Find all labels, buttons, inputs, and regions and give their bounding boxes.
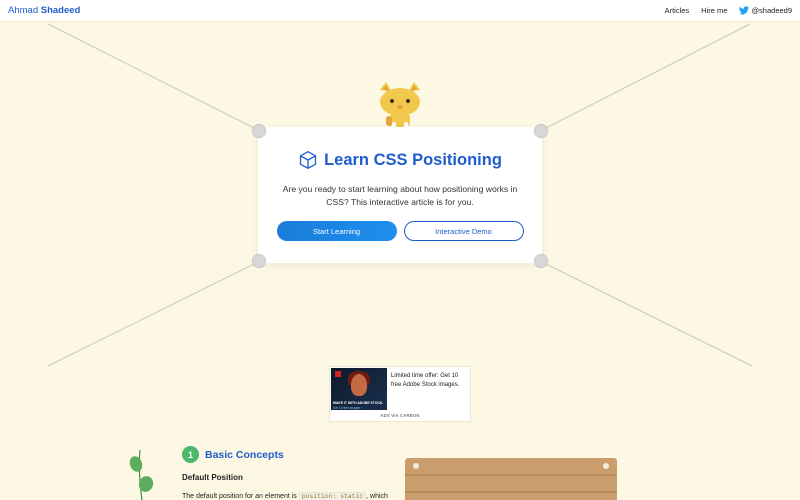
twitter-icon <box>739 6 750 15</box>
section-heading: 1 Basic Concepts <box>182 446 388 463</box>
ad-text[interactable]: Limited time offer: Get 10 free Adobe St… <box>391 372 469 390</box>
top-navigation: Ahmad Shadeed Articles Hire me @shadeed9 <box>0 0 800 22</box>
adobe-logo-icon <box>335 371 341 377</box>
nav-link-articles[interactable]: Articles <box>665 6 690 15</box>
ad-image-subtext: Get 10 free images › <box>333 406 363 410</box>
brand-logo[interactable]: Ahmad Shadeed <box>8 5 80 16</box>
ad-via-carbon[interactable]: ADS VIA CARBON <box>330 413 470 418</box>
hero-title: Learn CSS Positioning <box>324 150 502 169</box>
ad-image-face <box>351 374 367 396</box>
interactive-demo-button[interactable]: Interactive Demo <box>403 221 524 241</box>
hero-description: Are you ready to start learning about ho… <box>282 184 518 207</box>
nav-link-hire-me[interactable]: Hire me <box>701 6 727 15</box>
start-learning-button[interactable]: Start Learning <box>276 221 397 241</box>
wood-board-illustration <box>405 458 617 500</box>
hero-actions: Start Learning Interactive Demo <box>258 221 542 241</box>
carbon-ad[interactable]: MAKE IT WITH ADOBE STOCK. Get 10 free im… <box>329 366 471 422</box>
brand-first-name: Ahmad <box>8 5 39 16</box>
section-number-badge: 1 <box>182 446 199 463</box>
basic-concepts-section: 1 Basic Concepts Default Position The de… <box>182 446 388 500</box>
body-text-end: , which <box>366 493 388 500</box>
pin-bottom-right <box>534 254 548 268</box>
ad-image[interactable]: MAKE IT WITH ADOBE STOCK. Get 10 free im… <box>331 368 387 410</box>
ad-image-text: MAKE IT WITH ADOBE STOCK. <box>333 401 384 405</box>
board-nail-left <box>413 463 419 469</box>
hero-title-row: Learn CSS Positioning <box>258 150 542 170</box>
inline-code: position: static <box>298 492 367 500</box>
hero-card: Learn CSS Positioning Are you ready to s… <box>258 127 542 263</box>
cat-illustration <box>380 82 420 128</box>
pin-top-right <box>534 124 548 138</box>
brand-last-name: Shadeed <box>40 5 81 16</box>
section-title: Basic Concepts <box>205 448 284 461</box>
nav-link-twitter[interactable]: @shadeed9 <box>739 6 792 15</box>
board-plank-line <box>405 474 617 476</box>
cube-icon <box>299 151 317 169</box>
pin-bottom-left <box>252 254 266 268</box>
board-plank-line <box>405 491 617 493</box>
plant-illustration <box>129 450 154 500</box>
section-subtitle: Default Position <box>182 473 243 482</box>
pin-top-left <box>252 124 266 138</box>
section-body-text: The default position for an element is p… <box>182 492 388 500</box>
twitter-handle: @shadeed9 <box>751 6 792 15</box>
body-text-start: The default position for an element is <box>182 493 297 500</box>
main-nav: Articles Hire me @shadeed9 <box>665 6 792 15</box>
board-nail-right <box>603 463 609 469</box>
